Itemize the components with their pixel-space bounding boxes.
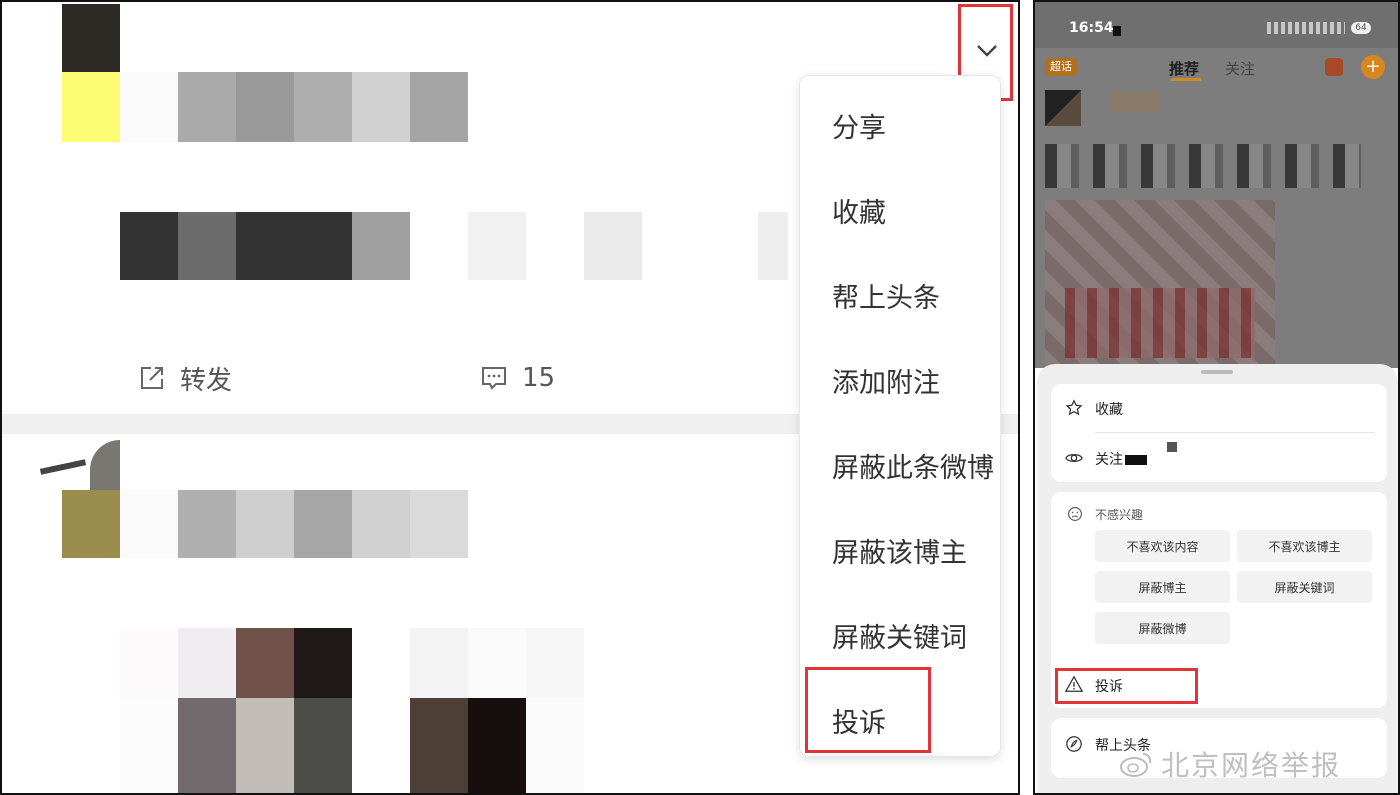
action-sheet: 收藏 关注 不感兴趣 不喜欢该内容 不喜欢该博主 屏蔽博主 屏蔽关键词 屏蔽微博… <box>1037 364 1398 793</box>
menu-item-share[interactable]: 分享 <box>832 106 886 145</box>
avatar[interactable] <box>39 440 120 558</box>
sheet-item-favorite[interactable]: 收藏 <box>1051 384 1387 432</box>
chip-block-author[interactable]: 屏蔽博主 <box>1095 571 1230 603</box>
sheet-divider <box>1095 432 1375 433</box>
chip-dislike-author[interactable]: 不喜欢该博主 <box>1237 530 1372 562</box>
comment-icon <box>482 367 506 390</box>
highlight-box-report <box>1055 668 1198 704</box>
chip-dislike-content[interactable]: 不喜欢该内容 <box>1095 530 1230 562</box>
watermark: 北京网络举报 <box>1119 742 1341 786</box>
desktop-screenshot-panel: 转发 15 分享 收藏 帮上头条 添加附注 屏蔽此条微博 屏蔽该博主 屏蔽关键词… <box>0 0 1020 795</box>
gift-icon[interactable] <box>1325 58 1343 76</box>
repost-button[interactable]: 转发 <box>138 360 232 396</box>
compose-icon[interactable]: + <box>1361 55 1385 79</box>
username-pixelated <box>1109 92 1159 112</box>
signal-icons <box>1267 22 1345 34</box>
post-content-pixelated <box>1045 144 1361 188</box>
avatar[interactable] <box>1045 90 1081 126</box>
highlight-box-report <box>805 667 931 753</box>
tab-recommend-underline <box>1171 78 1201 81</box>
post-image-pixelated[interactable] <box>120 698 800 793</box>
weibo-logo-icon <box>1120 753 1152 777</box>
battery-level: 64 <box>1355 23 1367 33</box>
tab-follow[interactable]: 关注 <box>1225 58 1255 79</box>
sheet-item-follow[interactable]: 关注 <box>1051 434 1387 482</box>
boost-icon <box>1066 736 1082 752</box>
menu-item-block-author[interactable]: 屏蔽该博主 <box>832 531 967 570</box>
notification-icon <box>1113 26 1121 36</box>
battery-icon: 64 <box>1351 22 1371 34</box>
share-arrow-icon <box>141 367 163 389</box>
menu-item-add-note[interactable]: 添加附注 <box>832 361 940 400</box>
dimmed-feed: 超话 推荐 关注 + <box>1035 48 1398 368</box>
not-interested-title: 不感兴趣 <box>1095 508 1144 522</box>
tab-recommend[interactable]: 推荐 <box>1169 58 1199 79</box>
post-content-pixelated <box>120 212 820 280</box>
super-topic-label: 超话 <box>1050 60 1072 73</box>
chip-block-keyword[interactable]: 屏蔽关键词 <box>1237 571 1372 603</box>
eye-icon <box>1065 453 1083 463</box>
sheet-card-feedback: 不感兴趣 不喜欢该内容 不喜欢该博主 屏蔽博主 屏蔽关键词 屏蔽微博 投诉 <box>1051 492 1387 708</box>
post-image-pixelated[interactable] <box>120 628 800 698</box>
status-time: 16:54 <box>1069 20 1114 36</box>
star-icon <box>1065 399 1083 416</box>
chip-block-post[interactable]: 屏蔽微博 <box>1095 612 1230 644</box>
status-bar: 16:54 64 <box>1035 2 1398 48</box>
menu-item-boost[interactable]: 帮上头条 <box>832 276 940 315</box>
sheet-label-favorite: 收藏 <box>1095 402 1123 418</box>
sheet-card-primary: 收藏 关注 <box>1051 384 1387 482</box>
menu-item-favorite[interactable]: 收藏 <box>832 191 886 230</box>
username-redacted <box>1167 442 1177 452</box>
avatar[interactable] <box>62 4 120 142</box>
menu-item-block-keyword[interactable]: 屏蔽关键词 <box>832 616 967 655</box>
sheet-label-follow: 关注 <box>1095 452 1123 468</box>
comment-button[interactable]: 15 <box>480 360 555 396</box>
sad-face-icon <box>1068 507 1082 521</box>
watermark-text: 北京网络举报 <box>1161 749 1342 782</box>
mobile-screenshot-panel: 16:54 64 超话 推荐 关注 + 收藏 关注 不感兴趣 不喜欢该内容 不喜… <box>1033 0 1400 795</box>
sheet-handle[interactable] <box>1201 370 1233 374</box>
super-topic-badge[interactable]: 超话 <box>1045 58 1077 76</box>
username-redacted <box>1125 455 1147 465</box>
more-options-menu: 分享 收藏 帮上头条 添加附注 屏蔽此条微博 屏蔽该博主 屏蔽关键词 投诉 <box>799 75 1001 757</box>
menu-item-block-post[interactable]: 屏蔽此条微博 <box>832 446 994 485</box>
post-image-pixelated <box>1065 288 1255 358</box>
comment-count: 15 <box>522 363 556 393</box>
username-pixelated[interactable] <box>120 72 470 142</box>
repost-label: 转发 <box>180 365 233 396</box>
username-pixelated[interactable] <box>120 490 470 558</box>
